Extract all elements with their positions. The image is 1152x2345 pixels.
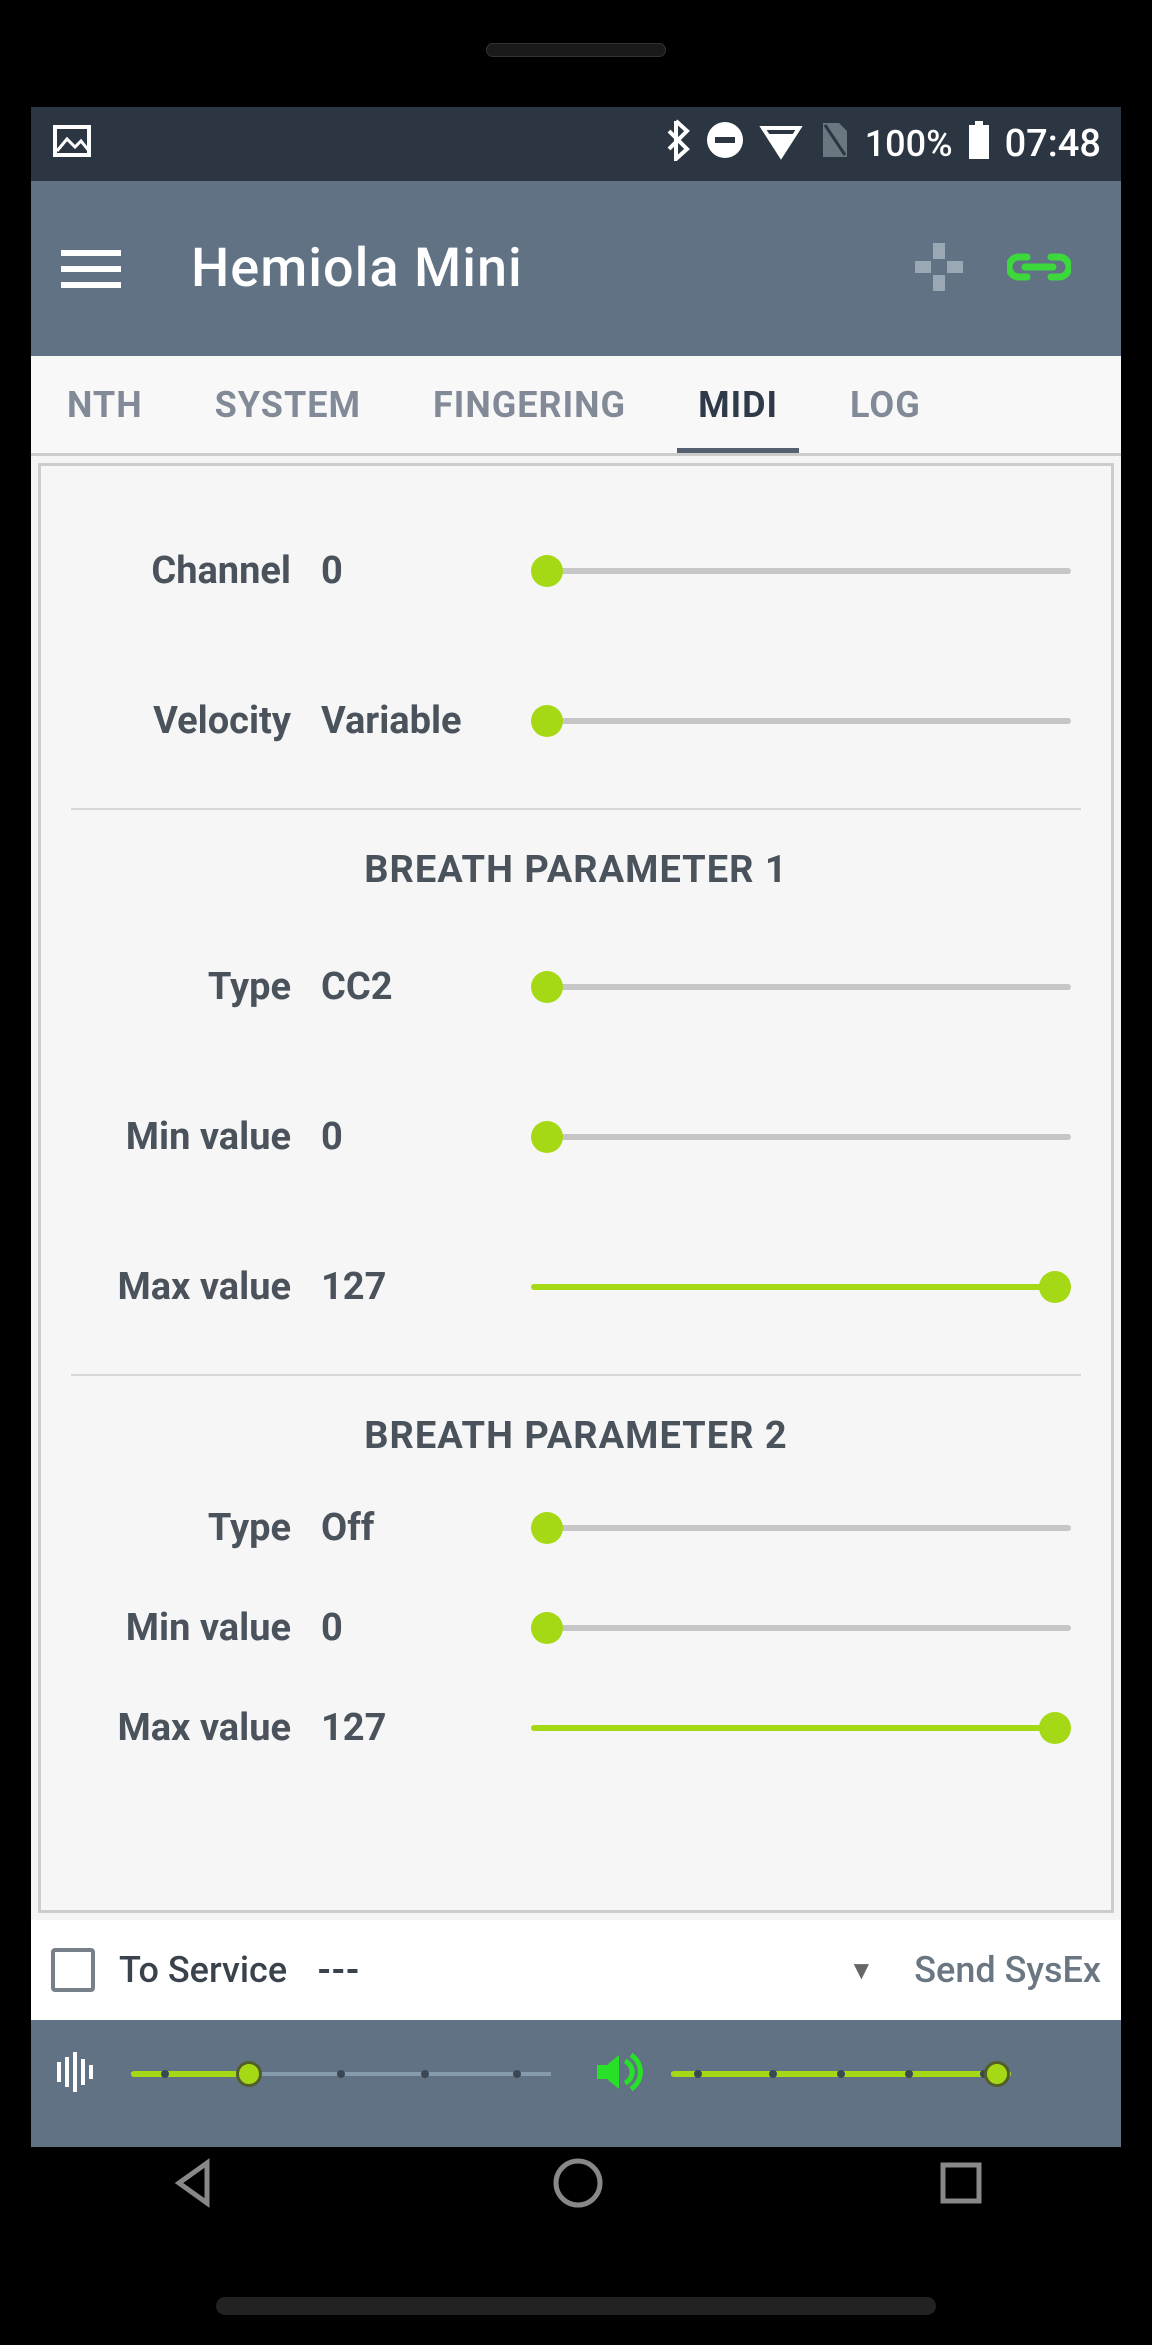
tab-nth[interactable]: NTH	[31, 356, 179, 453]
tab-midi[interactable]: MIDI	[662, 356, 814, 453]
bp2-type-label: Type	[41, 1506, 321, 1550]
bp2-min-row: Min value 0	[41, 1578, 1111, 1678]
app-bar: Hemiola Mini	[31, 181, 1121, 356]
bp2-type-slider[interactable]	[531, 1513, 1071, 1543]
bp2-min-slider[interactable]	[531, 1613, 1071, 1643]
chevron-down-icon[interactable]: ▼	[849, 1955, 875, 1986]
bp2-max-row: Max value 127	[41, 1678, 1111, 1778]
bp2-max-slider[interactable]	[531, 1713, 1071, 1743]
channel-label: Channel	[41, 549, 321, 593]
to-service-checkbox[interactable]	[51, 1948, 95, 1992]
velocity-slider[interactable]	[531, 706, 1071, 736]
bp2-title: BREATH PARAMETER 2	[41, 1414, 1111, 1458]
tabs: NTH SYSTEM FINGERING MIDI LOG	[31, 356, 1121, 456]
send-sysex-button[interactable]: Send SysEx	[914, 1949, 1101, 1991]
bp1-min-value: 0	[321, 1115, 531, 1159]
status-bar: 100% 07:48	[31, 107, 1121, 181]
service-bar: To Service --- ▼ Send SysEx	[31, 1920, 1121, 2020]
channel-value: 0	[321, 549, 531, 593]
bp1-type-value: CC2	[321, 965, 531, 1009]
volume-slider[interactable]	[671, 2059, 1011, 2089]
bp1-max-slider[interactable]	[531, 1272, 1071, 1302]
volume-icon	[591, 2047, 651, 2101]
bp1-type-label: Type	[41, 965, 321, 1009]
menu-icon[interactable]	[61, 239, 121, 299]
tab-fingering[interactable]: FINGERING	[397, 356, 662, 453]
tab-system[interactable]: SYSTEM	[179, 356, 397, 453]
nav-bar	[0, 2125, 1152, 2245]
channel-slider[interactable]	[531, 556, 1071, 586]
velocity-row: Velocity Variable	[41, 646, 1111, 796]
home-button[interactable]	[548, 2153, 608, 2217]
battery-pct: 100%	[865, 123, 953, 165]
bp1-title: BREATH PARAMETER 1	[41, 848, 1111, 892]
link-icon[interactable]	[1007, 249, 1071, 289]
bp2-type-row: Type Off	[41, 1478, 1111, 1578]
bp1-min-label: Min value	[41, 1115, 321, 1159]
image-icon	[51, 119, 93, 170]
dpad-icon[interactable]	[911, 239, 967, 299]
sensor-slider[interactable]	[131, 2059, 551, 2089]
battery-icon	[967, 119, 991, 170]
bp1-type-slider[interactable]	[531, 972, 1071, 1002]
recent-button[interactable]	[933, 2155, 989, 2215]
to-service-label: To Service	[119, 1949, 287, 1991]
bp1-max-label: Max value	[41, 1265, 321, 1309]
bp2-min-value: 0	[321, 1606, 531, 1650]
bp2-min-label: Min value	[41, 1606, 321, 1650]
sim-icon	[817, 119, 851, 170]
home-indicator	[216, 2297, 936, 2315]
tab-log[interactable]: LOG	[814, 356, 957, 453]
wifi-icon	[759, 120, 803, 169]
bluetooth-icon	[661, 119, 691, 170]
bp1-max-value: 127	[321, 1265, 531, 1309]
velocity-label: Velocity	[41, 699, 321, 743]
channel-row: Channel 0	[41, 496, 1111, 646]
velocity-value: Variable	[321, 699, 531, 743]
service-selection[interactable]: ---	[317, 1949, 360, 1991]
bp1-max-row: Max value 127	[41, 1212, 1111, 1362]
midi-panel: Channel 0 Velocity Variable BREATH PARAM…	[38, 463, 1114, 1913]
bp1-type-row: Type CC2	[41, 912, 1111, 1062]
dnd-icon	[705, 120, 745, 169]
app-title: Hemiola Mini	[191, 237, 523, 300]
back-button[interactable]	[163, 2153, 223, 2217]
bp1-min-row: Min value 0	[41, 1062, 1111, 1212]
bp1-min-slider[interactable]	[531, 1122, 1071, 1152]
clock-text: 07:48	[1005, 122, 1101, 166]
bp2-max-value: 127	[321, 1706, 531, 1750]
sensor-icon	[51, 2047, 111, 2101]
bp2-type-value: Off	[321, 1506, 531, 1550]
bp2-max-label: Max value	[41, 1706, 321, 1750]
